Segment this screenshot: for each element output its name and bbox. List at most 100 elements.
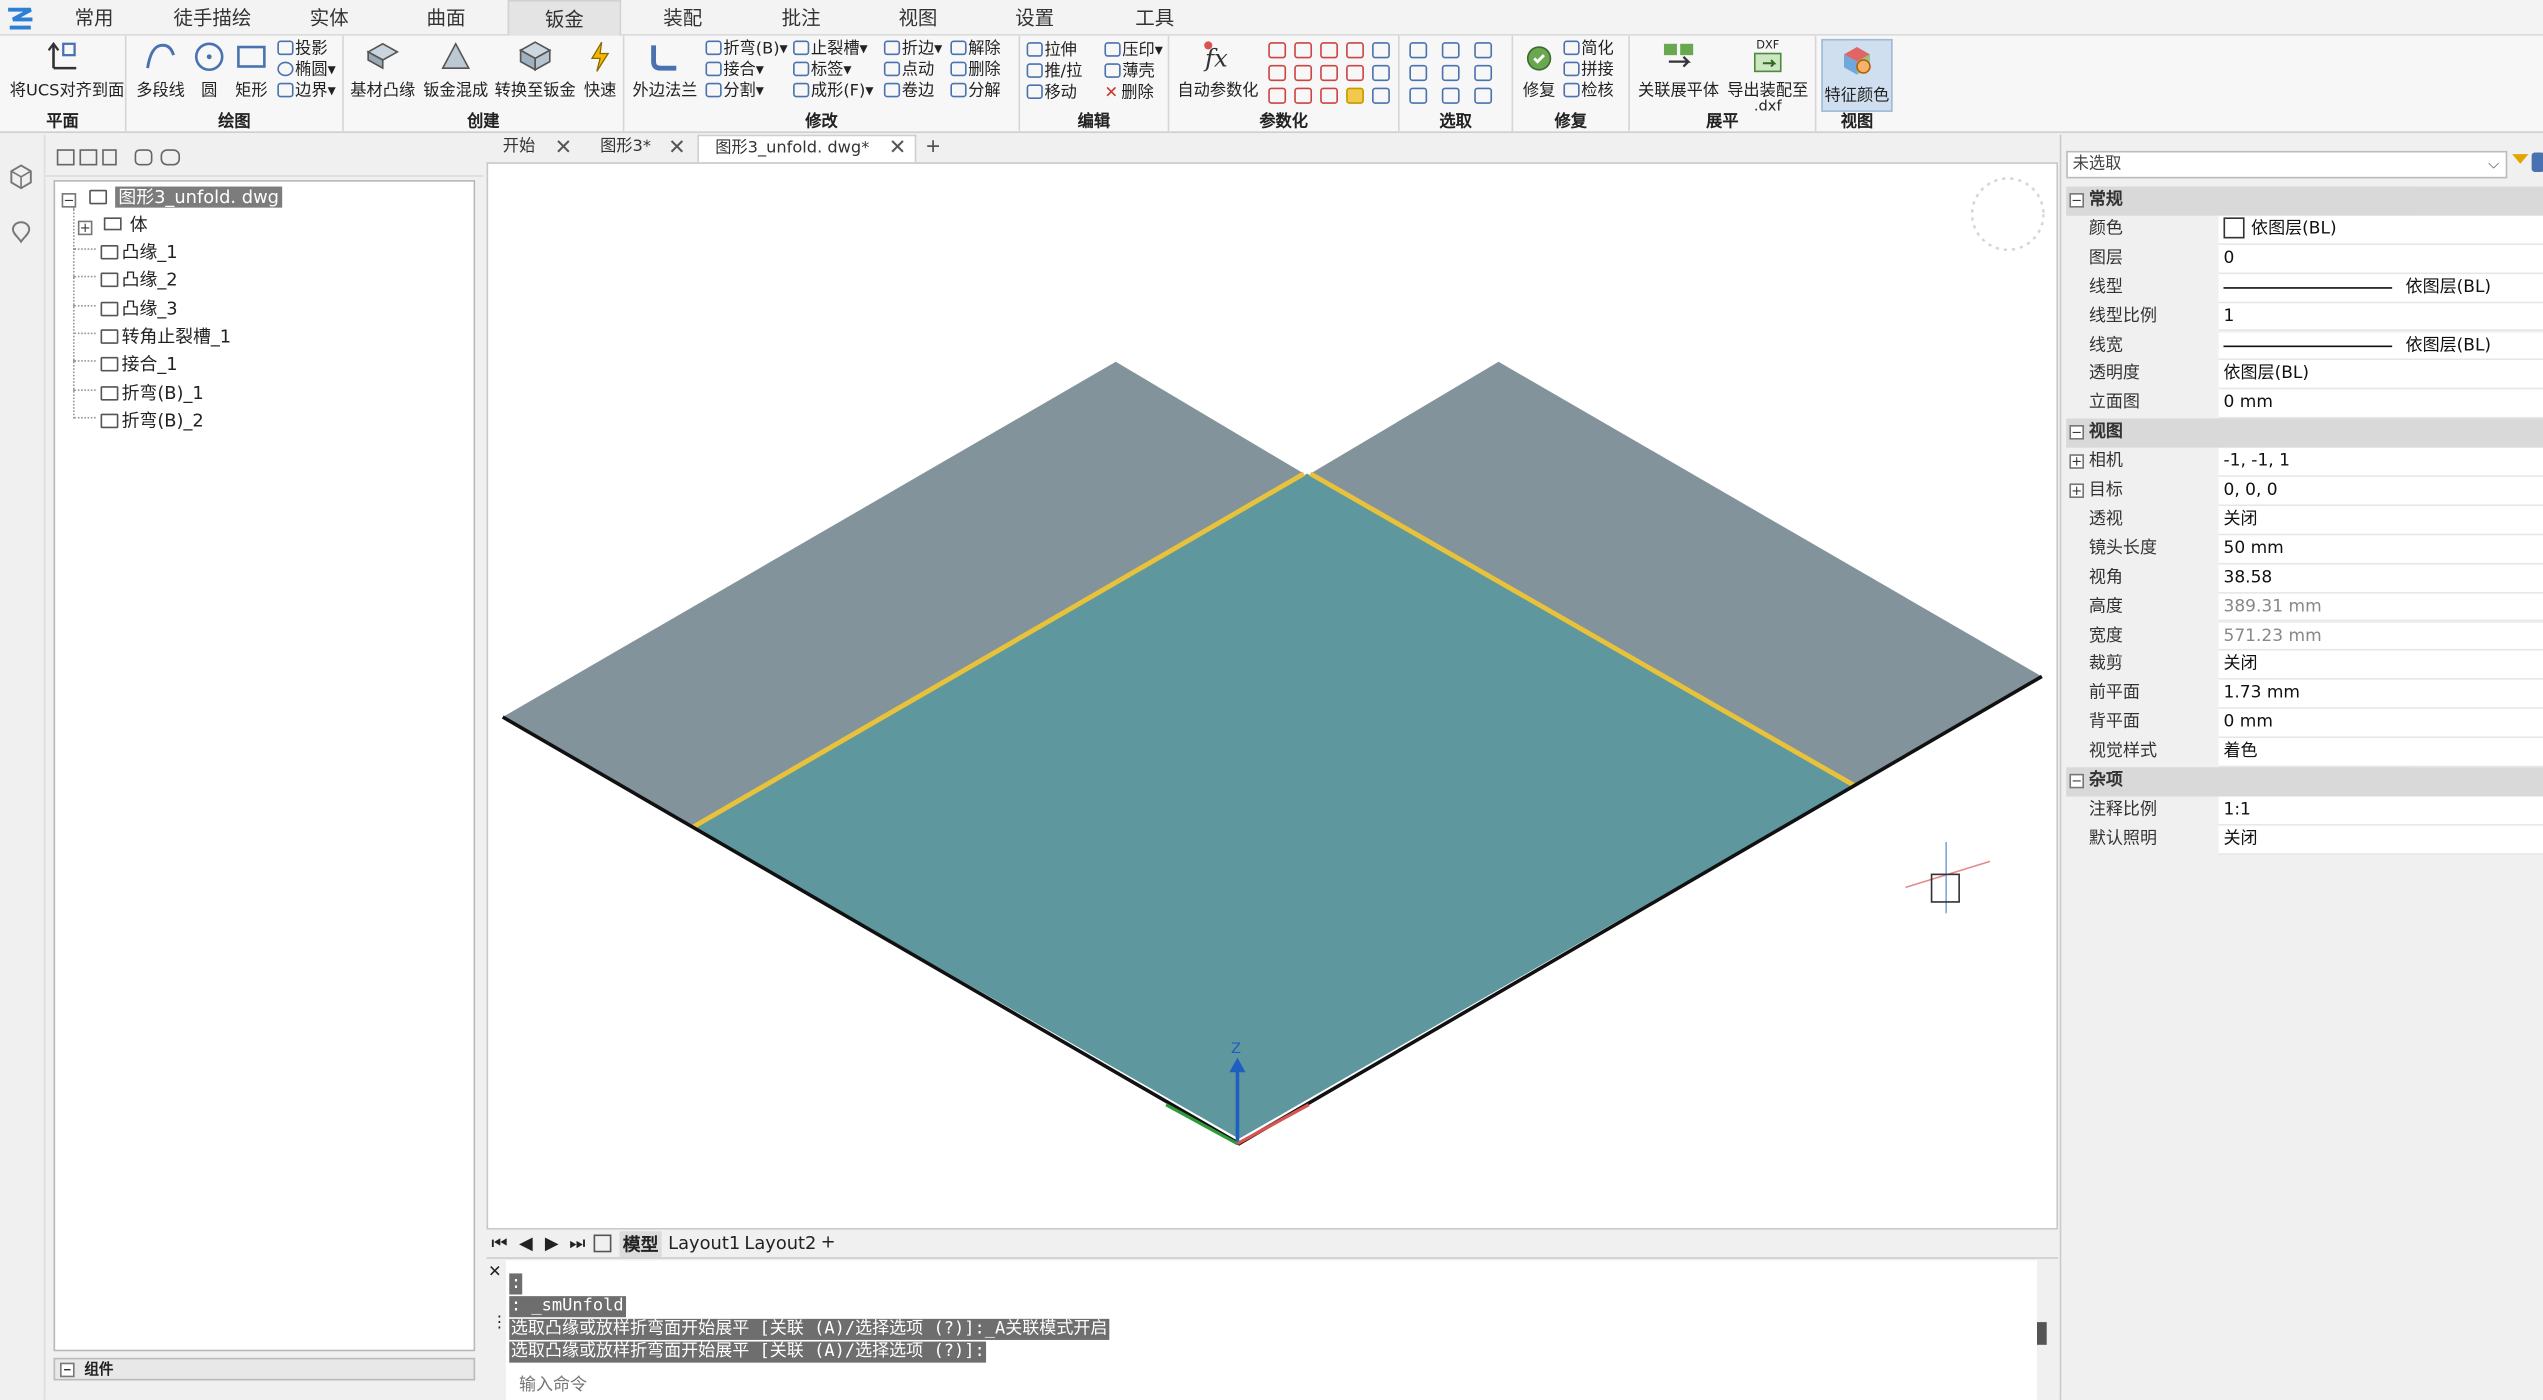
select-icon[interactable] [1441,64,1460,82]
menu-tab-tools[interactable]: 工具 [1121,0,1189,36]
tree-item-join[interactable]: 接合_1 [100,352,178,378]
expand-icon[interactable]: + [2069,454,2085,469]
repair-button[interactable]: 修复 [1520,39,1559,101]
property-row[interactable]: 视角 38.58 [2066,564,2543,594]
property-value[interactable]: 1 [2218,302,2543,332]
ellipse-button[interactable]: 椭圆▾ [277,60,336,81]
drawing-viewport[interactable]: Z [486,162,2059,1230]
property-row[interactable]: 线型 依图层(BL) [2066,273,2543,303]
property-value[interactable]: 38.58 [2218,564,2543,594]
constraint-icon[interactable] [1346,64,1364,82]
export-dxf-button[interactable]: DXF 导出装配至 .dxf [1724,39,1812,115]
select-icon[interactable] [1409,87,1428,104]
browser-tool-icon[interactable] [79,149,98,166]
close-icon[interactable]: ✕ [555,135,573,161]
lofted-bend-button[interactable]: 钣金混成 [422,39,490,101]
property-value[interactable]: 0 mm [2218,389,2543,419]
property-value[interactable]: 关闭 [2218,825,2543,855]
tree-item-flange-3[interactable]: 凸缘_3 [100,297,178,323]
binoculars-icon[interactable] [160,149,181,166]
property-value[interactable]: 0 [2218,244,2543,274]
constraint-icon[interactable] [1346,42,1364,59]
form-button[interactable]: 成形(F)▾ [793,81,873,102]
close-icon[interactable]: ✕ [668,135,686,161]
property-row[interactable]: + 目标 0, 0, 0 [2066,476,2543,506]
align-ucs-button[interactable]: 将UCS对齐到面 [10,39,124,101]
join-button[interactable]: 接合▾ [705,60,764,81]
prev-layout-icon[interactable]: ◀ [519,1233,533,1254]
property-row[interactable]: 默认照明 关闭 [2066,825,2543,855]
property-row[interactable]: 颜色 依图层(BL) [2066,215,2543,245]
menu-tab-home[interactable]: 常用 [62,0,127,36]
split-button[interactable]: 分割▾ [705,81,764,102]
imprint-button[interactable]: 压印▾ [1104,41,1163,62]
browser-tool-icon[interactable] [134,149,153,166]
command-scrollbar[interactable] [2036,1322,2047,1345]
property-value[interactable]: 1:1 [2218,796,2543,826]
property-row[interactable]: 裁剪 关闭 [2066,651,2543,681]
menu-tab-solid[interactable]: 实体 [297,0,362,36]
new-tab-icon[interactable]: + [926,134,940,161]
property-row[interactable]: 线型比例 1 [2066,302,2543,332]
expand-icon[interactable]: + [2069,483,2085,499]
property-value[interactable]: 依图层(BL) [2218,215,2543,245]
quick-button[interactable]: 快速 [581,39,620,101]
base-flange-button[interactable]: 基材凸缘 [350,39,415,101]
layout-list-icon[interactable] [593,1234,612,1253]
property-row[interactable]: 图层 0 [2066,244,2543,274]
feature-color-button[interactable]: 特征颜色 [1821,38,1893,112]
layout-tab-layout2[interactable]: Layout2 [744,1233,816,1254]
property-row[interactable]: 镜头长度 50 mm [2066,534,2543,565]
relief-button[interactable]: 止裂槽▾ [793,39,868,60]
mechanical-browser-icon[interactable] [8,164,34,190]
close-icon[interactable]: ✕ [488,1264,502,1282]
tear-button[interactable]: 分解 [950,81,1001,102]
tag-button[interactable]: 标签▾ [793,60,851,81]
layout-tab-model[interactable]: 模型 [619,1231,662,1258]
property-row[interactable]: 注释比例 1:1 [2066,796,2543,826]
constraint-icon[interactable] [1294,64,1313,82]
property-row[interactable]: 背平面 0 mm [2066,709,2543,739]
property-value[interactable]: 依图层(BL) [2218,273,2543,303]
assoc-flatten-button[interactable]: 关联展平体 [1636,39,1720,101]
circle-button[interactable]: 圆 [191,39,227,101]
close-icon[interactable]: ✕ [889,135,907,161]
menu-tab-annotate[interactable]: 批注 [767,0,835,36]
boundary-button[interactable]: 边界▾ [277,81,336,102]
edit-delete-button[interactable]: ✕ 删除 [1104,83,1153,104]
constraint-icon[interactable] [1268,42,1287,59]
collapse-icon[interactable]: − [2069,193,2085,208]
dimension-icon[interactable] [1372,64,1390,82]
browser-tool-icon[interactable] [102,149,117,166]
move-button[interactable]: 移动 [1026,83,1077,104]
property-value[interactable]: 1.73 mm [2218,680,2543,710]
property-category[interactable]: − 杂项 [2066,767,2543,797]
property-value[interactable]: 关闭 [2218,651,2543,681]
menu-tab-sketch[interactable]: 徒手描绘 [162,0,263,36]
property-value[interactable]: 关闭 [2218,505,2543,535]
hem-button[interactable]: 卷边 [883,81,934,102]
lock-icon[interactable] [1346,87,1364,104]
collapse-icon[interactable]: − [61,193,77,208]
tree-item-body[interactable]: + 体 [77,213,148,239]
next-layout-icon[interactable]: ▶ [545,1233,559,1254]
constraint-icon[interactable] [1320,87,1338,104]
constraint-icon[interactable] [1268,64,1287,82]
fold-button[interactable]: 折弯(B)▾ [705,39,788,60]
select-icon[interactable] [1441,42,1460,59]
tree-item-bend-2[interactable]: 折弯(B)_2 [100,409,204,435]
property-row[interactable]: 透视 关闭 [2066,505,2543,535]
menu-tab-sheetmetal[interactable]: 钣金 [507,0,622,36]
constraint-icon[interactable] [1268,87,1287,104]
stretch-button[interactable]: 拉伸 [1026,41,1077,62]
property-row[interactable]: 线宽 依图层(BL) [2066,331,2543,361]
collapse-icon[interactable]: − [60,1362,75,1378]
property-value[interactable]: 依图层(BL) [2218,331,2543,361]
select-icon[interactable] [1409,64,1428,82]
property-category[interactable]: − 常规 [2066,186,2543,216]
constraint-icon[interactable] [1320,42,1338,59]
property-row[interactable]: 立面图 0 mm [2066,389,2543,419]
tree-item-flange-2[interactable]: 凸缘_2 [100,268,178,294]
property-row[interactable]: 高度 389.31 mm [2066,593,2543,623]
property-value[interactable]: 571.23 mm [2218,622,2543,652]
